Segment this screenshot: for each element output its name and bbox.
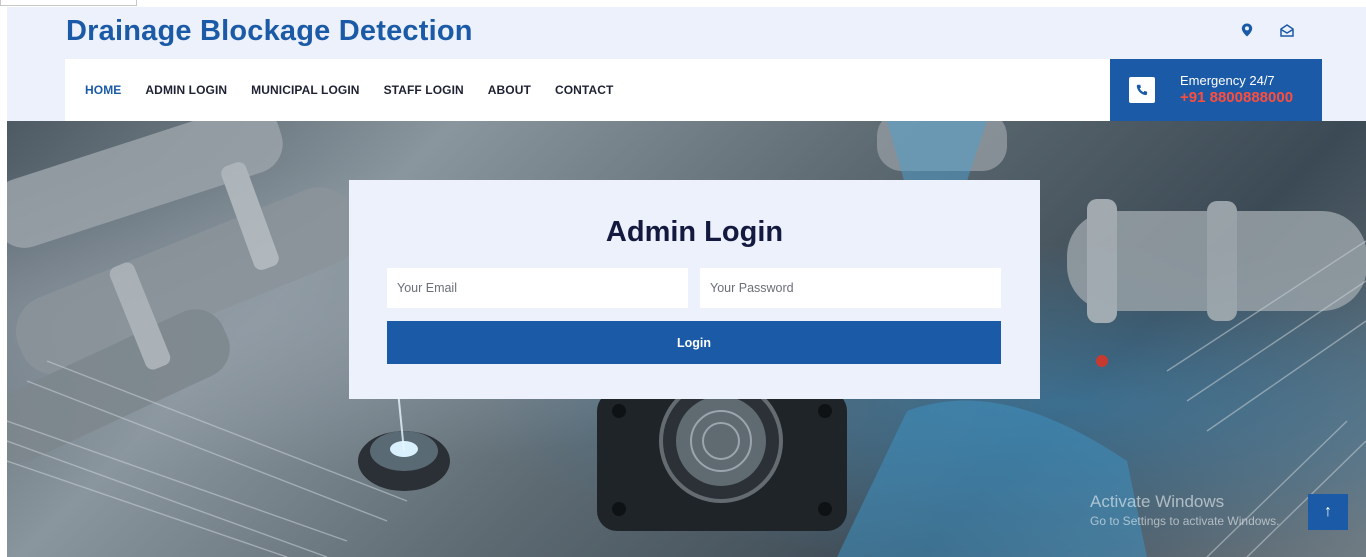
emergency-contact: Emergency 24/7 +91 8800888000 [1110, 59, 1322, 121]
location-icon[interactable] [1238, 21, 1256, 39]
mail-icon[interactable] [1278, 21, 1296, 39]
nav-staff-login[interactable]: STAFF LOGIN [384, 83, 464, 97]
page: Drainage Blockage Detection HOME ADMIN L… [0, 0, 1366, 557]
login-button[interactable]: Login [387, 321, 1001, 364]
nav-municipal-login[interactable]: MUNICIPAL LOGIN [251, 83, 359, 97]
watermark-title: Activate Windows [1090, 492, 1225, 511]
browser-tab-edge [0, 0, 137, 6]
main-navbar: HOME ADMIN LOGIN MUNICIPAL LOGIN STAFF L… [65, 59, 1110, 121]
nav-contact[interactable]: CONTACT [555, 83, 613, 97]
password-input[interactable] [700, 268, 1001, 308]
watermark-subtitle: Go to Settings to activate Windows. [1090, 514, 1280, 528]
nav-admin-login[interactable]: ADMIN LOGIN [145, 83, 227, 97]
top-icons [1238, 21, 1296, 39]
arrow-up-icon: ↑ [1324, 503, 1332, 520]
back-to-top-button[interactable]: ↑ [1308, 494, 1348, 530]
activate-windows-watermark: Activate Windows Go to Settings to activ… [1090, 492, 1279, 528]
nav-about[interactable]: ABOUT [488, 83, 531, 97]
login-card: Admin Login Login [349, 180, 1040, 399]
nav-home[interactable]: HOME [85, 83, 121, 97]
brand-title[interactable]: Drainage Blockage Detection [66, 15, 473, 48]
emergency-label: Emergency 24/7 [1180, 72, 1275, 88]
login-title: Admin Login [605, 216, 784, 248]
phone-icon[interactable] [1129, 77, 1155, 103]
email-input[interactable] [387, 268, 688, 308]
emergency-text: Emergency 24/7 +91 8800888000 [1180, 73, 1293, 108]
emergency-phone[interactable]: +91 8800888000 [1180, 89, 1293, 108]
